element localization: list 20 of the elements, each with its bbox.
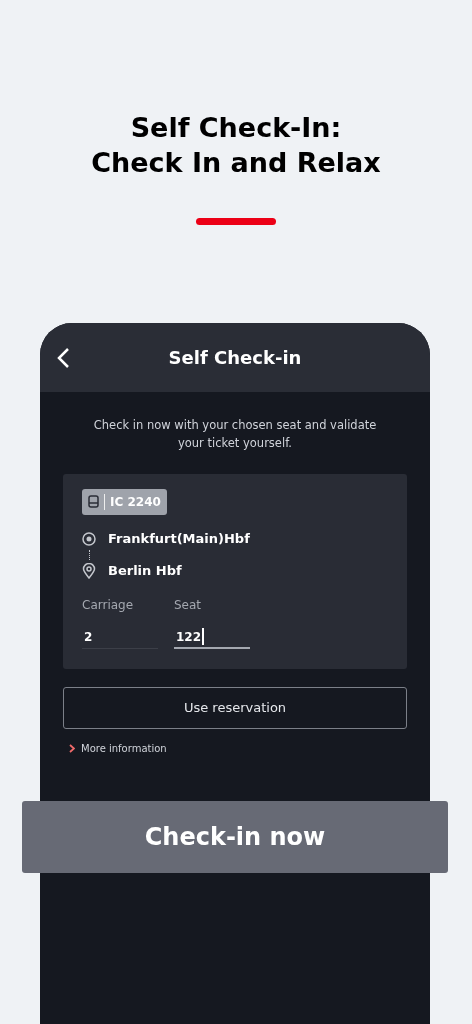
screen-title: Self Check-in bbox=[168, 346, 302, 370]
train-number: IC 2240 bbox=[110, 494, 161, 511]
field-label: Carriage bbox=[82, 597, 135, 614]
station-name: Berlin Hbf bbox=[108, 562, 182, 581]
station-name: Frankfurt(Main)Hbf bbox=[108, 530, 250, 549]
text-cursor bbox=[202, 628, 205, 645]
use-reservation-button[interactable]: Use reservation bbox=[63, 687, 407, 729]
input-field[interactable]: 122 bbox=[174, 626, 250, 649]
field-label: Seat bbox=[174, 597, 203, 614]
headline: Self Check-In: bbox=[130, 111, 342, 145]
origin-icon bbox=[82, 532, 96, 546]
intro-text: Check in now with your chosen seat and validate your ticket yourself. bbox=[92, 417, 378, 452]
back-icon[interactable] bbox=[56, 346, 70, 369]
chevron-icon bbox=[69, 744, 75, 753]
check-in-now-button[interactable]: Check-in now bbox=[22, 801, 448, 873]
location-pin-icon bbox=[82, 563, 96, 579]
more-information-link[interactable]: More information bbox=[69, 741, 167, 756]
headline: Check In and Relax bbox=[91, 146, 381, 180]
train-icon bbox=[88, 495, 99, 509]
input-field[interactable]: 2 bbox=[82, 626, 158, 649]
